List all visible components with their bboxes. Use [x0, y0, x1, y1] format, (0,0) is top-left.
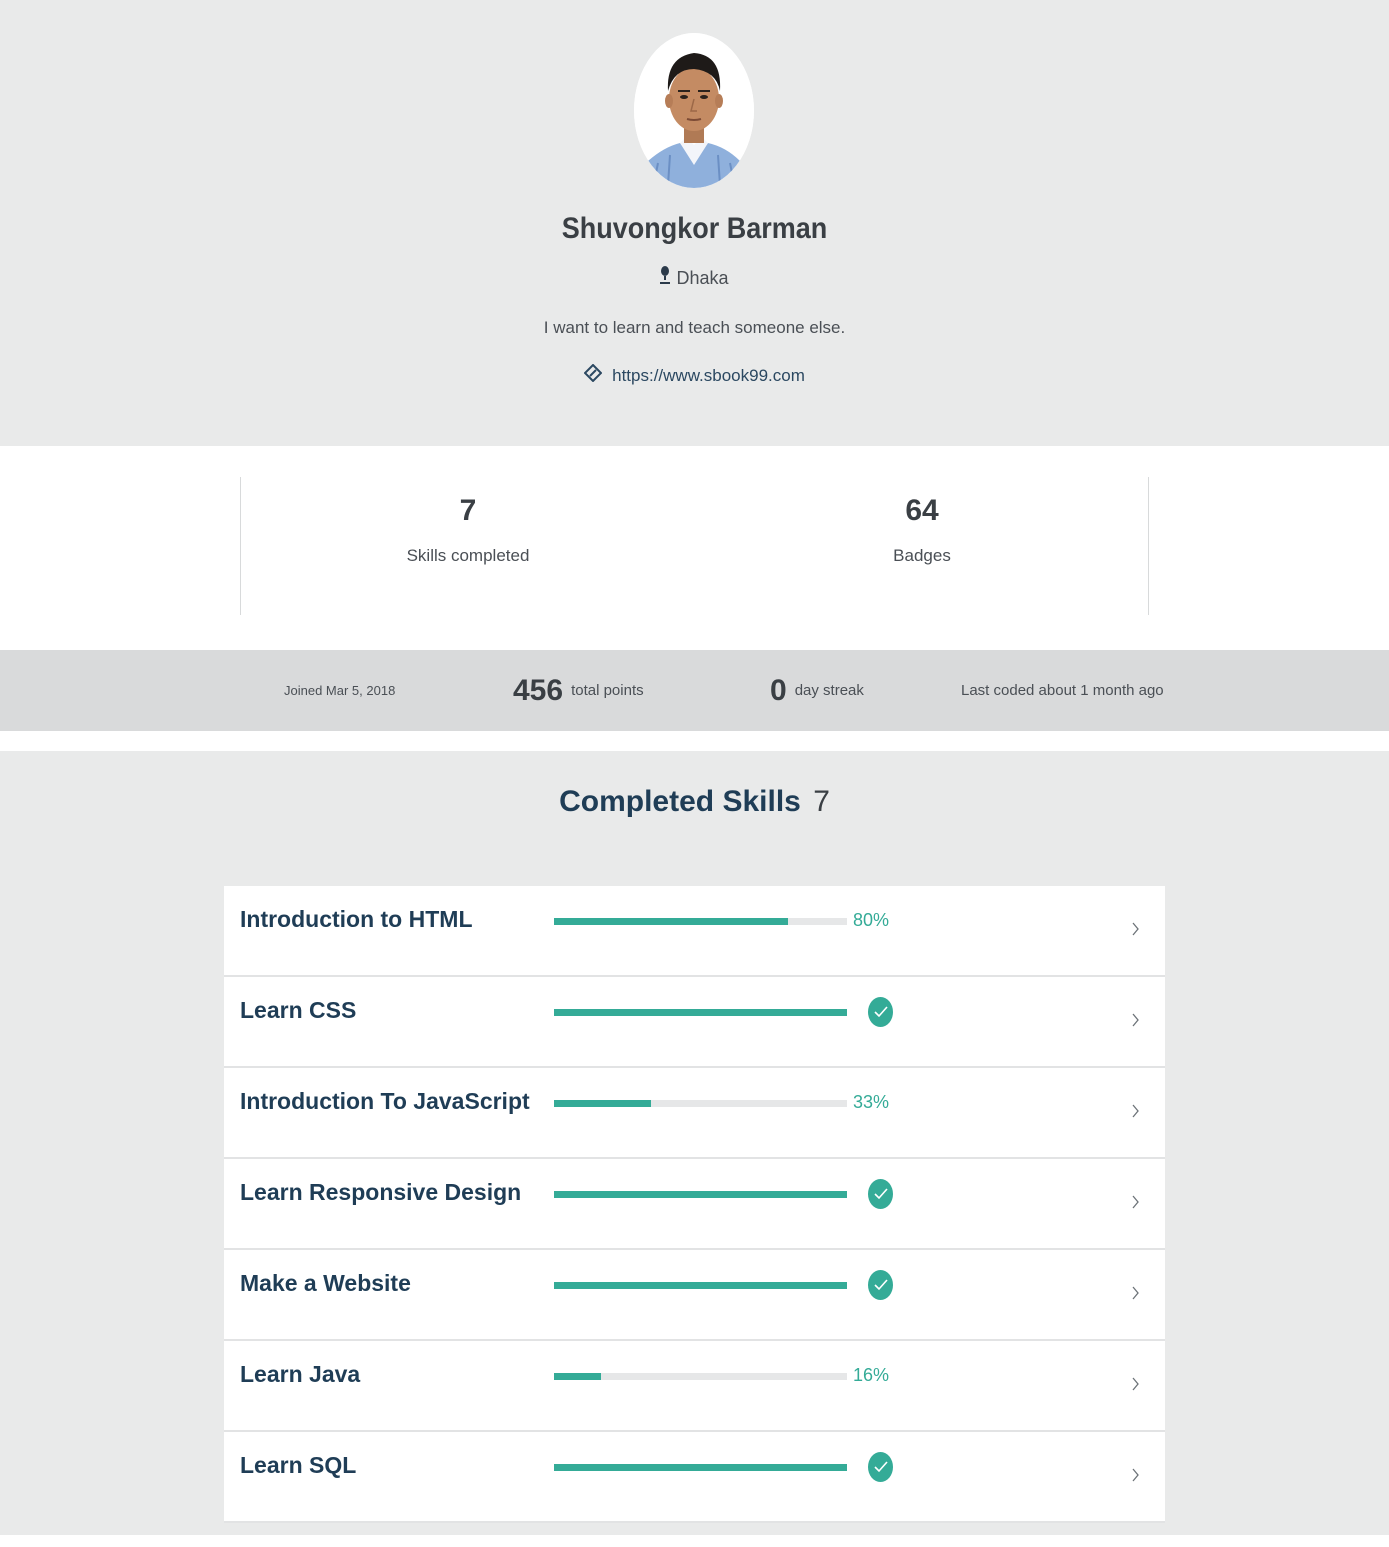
stats-card: 7 Skills completed 64 Badges	[0, 446, 1389, 650]
skill-row[interactable]: Introduction to HTML 80%	[224, 886, 1165, 977]
chevron-right-icon[interactable]	[1132, 1011, 1140, 1032]
skill-row[interactable]: Introduction To JavaScript 33%	[224, 1068, 1165, 1159]
progress-fill	[554, 1282, 847, 1289]
progress-bar	[554, 1009, 847, 1016]
chevron-right-icon[interactable]	[1132, 1284, 1140, 1305]
skill-name: Learn Java	[240, 1361, 361, 1387]
badges-count: 64	[905, 494, 939, 527]
total-points: 456 total points	[513, 650, 644, 731]
checkmark-icon	[868, 1179, 893, 1209]
location-text: Dhaka	[676, 268, 729, 288]
skill-row[interactable]: Learn Responsive Design	[224, 1159, 1165, 1250]
streak-value: 0	[770, 673, 787, 707]
map-pin-icon	[660, 266, 671, 291]
avatar[interactable]	[634, 33, 754, 188]
website: https://www.sbook99.com	[0, 363, 1389, 387]
progress-fill	[554, 918, 789, 925]
profile-name: Shuvongkor Barman	[561, 212, 828, 245]
stat-skills-completed: 7 Skills completed	[318, 477, 618, 566]
chevron-right-icon[interactable]	[1132, 920, 1140, 941]
section-title: Completed Skills 7	[0, 785, 1389, 819]
joined-text: Joined Mar 5, 2018	[284, 683, 396, 698]
section-title-text: Completed Skills	[559, 785, 801, 818]
streak-label: day streak	[794, 682, 864, 699]
skills-completed-label: Skills completed	[406, 546, 530, 565]
skill-row[interactable]: Learn SQL	[224, 1432, 1165, 1523]
completed-skills-section: Completed Skills 7 Introduction to HTML 8…	[0, 751, 1389, 1535]
skill-name: Make a Website	[240, 1270, 411, 1296]
chevron-right-icon[interactable]	[1132, 1102, 1140, 1123]
website-link[interactable]: https://www.sbook99.com	[612, 366, 805, 386]
checkmark-icon	[868, 997, 893, 1027]
progress-fill	[554, 1464, 847, 1471]
section-title-count: 7	[813, 785, 830, 818]
progress-bar	[554, 918, 847, 925]
info-bar: Joined Mar 5, 2018 456 total points 0 da…	[0, 650, 1389, 731]
progress-bar	[554, 1464, 847, 1471]
skill-row[interactable]: Learn CSS	[224, 977, 1165, 1068]
progress-bar	[554, 1373, 847, 1380]
last-coded: Last coded about 1 month ago	[961, 650, 1164, 731]
stat-badges[interactable]: 64 Badges	[772, 477, 1072, 566]
avatar-photo	[634, 33, 754, 188]
progress-fill	[554, 1373, 601, 1380]
profile-header: Shuvongkor Barman Dhaka I want to learn …	[0, 0, 1389, 446]
progress-bar	[554, 1100, 847, 1107]
progress-fill	[554, 1009, 847, 1016]
skills-completed-count: 7	[459, 494, 477, 527]
progress-bar	[554, 1282, 847, 1289]
progress-percent: 16%	[853, 1365, 890, 1385]
skill-name: Learn Responsive Design	[240, 1179, 522, 1205]
skill-row[interactable]: Learn Java 16%	[224, 1341, 1165, 1432]
skill-name: Learn CSS	[240, 997, 357, 1023]
skill-name: Introduction To JavaScript	[240, 1088, 530, 1114]
skill-name: Introduction to HTML	[240, 906, 473, 932]
points-label: total points	[571, 682, 644, 699]
checkmark-icon	[868, 1270, 893, 1300]
chevron-right-icon[interactable]	[1132, 1375, 1140, 1396]
chevron-right-icon[interactable]	[1132, 1193, 1140, 1214]
chevron-right-icon[interactable]	[1132, 1466, 1140, 1487]
skill-row[interactable]: Make a Website	[224, 1250, 1165, 1341]
last-coded-text: Last coded about 1 month ago	[961, 682, 1164, 699]
points-value: 456	[513, 673, 564, 707]
location: Dhaka	[0, 266, 1389, 291]
progress-bar	[554, 1191, 847, 1198]
skills-list: Introduction to HTML 80% Learn CSS Introduc…	[224, 886, 1165, 1523]
progress-percent: 33%	[853, 1092, 890, 1112]
badges-label: Badges	[893, 546, 951, 565]
joined-date: Joined Mar 5, 2018	[284, 650, 395, 731]
link-icon	[583, 363, 603, 387]
day-streak: 0 day streak	[770, 650, 864, 731]
skill-name: Learn SQL	[240, 1452, 357, 1478]
progress-percent: 80%	[853, 910, 890, 930]
progress-fill	[554, 1100, 651, 1107]
progress-fill	[554, 1191, 847, 1198]
profile-bio: I want to learn and teach someone else.	[543, 318, 846, 337]
checkmark-icon	[868, 1452, 893, 1482]
stats-panel: 7 Skills completed 64 Badges	[240, 477, 1149, 615]
